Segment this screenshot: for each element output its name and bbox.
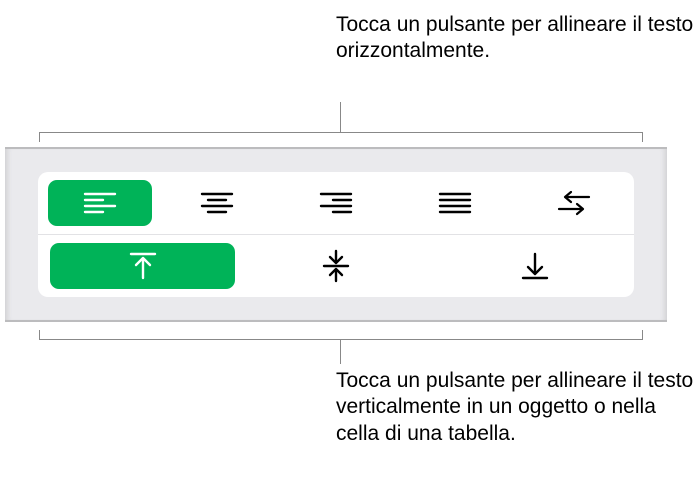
align-justify-icon xyxy=(438,191,472,215)
callout-line xyxy=(340,102,341,132)
align-left-button[interactable] xyxy=(48,180,152,226)
align-middle-button[interactable] xyxy=(322,249,350,283)
align-center-icon xyxy=(200,191,234,215)
align-bottom-icon xyxy=(521,251,549,281)
align-top-icon xyxy=(129,251,157,281)
callout-line xyxy=(340,340,341,364)
horizontal-alignment-row xyxy=(38,172,634,235)
align-center-button[interactable] xyxy=(200,191,234,215)
align-right-button[interactable] xyxy=(319,191,353,215)
align-left-icon xyxy=(83,191,117,215)
align-middle-icon xyxy=(322,249,350,283)
alignment-panel xyxy=(5,147,667,322)
align-right-icon xyxy=(319,191,353,215)
callout-bracket xyxy=(39,330,643,340)
vertical-alignment-row xyxy=(38,235,634,297)
align-justify-button[interactable] xyxy=(438,191,472,215)
callout-vertical-align: Tocca un pulsante per allineare il testo… xyxy=(336,368,694,447)
callout-horizontal-align: Tocca un pulsante per allineare il testo… xyxy=(336,12,694,65)
align-top-button[interactable] xyxy=(50,243,235,289)
align-bottom-button[interactable] xyxy=(521,251,549,281)
text-direction-icon xyxy=(557,190,591,216)
callout-bracket xyxy=(39,132,643,142)
text-direction-button[interactable] xyxy=(557,190,591,216)
